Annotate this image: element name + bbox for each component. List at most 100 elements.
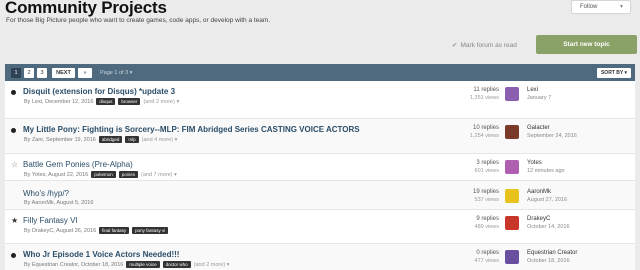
reply-count: 11 replies [473,87,499,93]
sort-by-button[interactable]: SORT BY ▾ [597,68,631,78]
start-new-topic-button[interactable]: Start new topic [536,35,637,54]
last-poster-name[interactable]: Lexi [527,87,551,93]
topic-meta: By Yotes, August 22, 2016 pokemon ponies (a… [24,171,177,178]
follow-label: Follow [580,4,598,10]
more-tags-link[interactable]: (and 2 more) ▾ [143,99,179,105]
star-icon: ★ [11,216,19,225]
topic-meta: By Equestrian Creator, October 18, 2016 m… [24,261,229,268]
page-2-button[interactable]: 2 [24,68,34,78]
last-poster: DrakeyC October 14, 2016 [527,216,570,230]
last-post-date[interactable]: September 24, 2016 [527,133,577,139]
topic-meta: By Zanr, September 19, 2016 abridged mlp (a… [24,136,177,143]
last-poster: AaronMk August 27, 2016 [527,189,567,203]
unread-dot-icon [11,128,16,133]
topic-title-link[interactable]: Disquit (extension for Disqus) *update 3 [23,87,175,96]
last-poster-name[interactable]: AaronMk [527,189,567,195]
topic-row[interactable]: Who's /hyp/? By AaronMk, August 5, 2016 … [5,181,635,210]
topic-author-date: By DrakeyC, August 26, 2016 [24,227,97,234]
topic-tag[interactable]: pokemon [91,171,116,178]
avatar[interactable] [505,125,519,139]
topic-tag[interactable]: final fantasy [99,227,130,234]
topic-tag[interactable]: abridged [98,136,123,143]
topic-author-date: By AaronMk, August 5, 2016 [24,200,94,206]
topic-tag[interactable]: disqus [96,98,116,105]
topic-tag[interactable]: mlp [125,136,139,143]
check-icon: ✔ [452,42,458,49]
page-header: Community Projects For those Big Picture… [0,0,640,58]
avatar[interactable] [505,87,519,101]
avatar[interactable] [505,250,519,264]
last-poster: Yotes 12 minutes ago [527,160,565,174]
topic-tag[interactable]: browser [118,98,141,105]
avatar[interactable] [505,160,519,174]
last-post-date[interactable]: October 14, 2016 [527,224,570,230]
page-jump-dropdown[interactable]: Page 1 of 3 ▾ [100,68,132,78]
reply-count: 10 replies [472,125,499,131]
last-poster: Galacter September 24, 2016 [527,125,577,139]
more-tags-link[interactable]: (and 7 more) ▾ [141,172,177,178]
topic-meta: By Lexi, December 12, 2016 disqus browser(… [24,98,179,105]
topic-meta: By AaronMk, August 5, 2016 [24,200,93,206]
reply-count: 19 replies [472,189,499,195]
topic-row[interactable]: Disquit (extension for Disqus) *update 3… [5,81,635,119]
topic-title-link[interactable]: Who Jr Episode 1 Voice Actors Needed!!! [23,250,179,259]
view-count: 1,254 views [469,133,499,139]
last-post-date[interactable]: 12 minutes ago [527,168,565,174]
topic-title-link[interactable]: My Little Pony: Fighting is Sorcery--MLP… [23,125,360,134]
avatar[interactable] [505,189,519,203]
follow-button[interactable]: Follow ▾ [571,0,631,14]
topic-tag[interactable]: pony fantasy vi [132,227,169,234]
page-1-button[interactable]: 1 [11,68,21,78]
page-3-button[interactable]: 3 [37,68,47,78]
topic-row[interactable]: Who Jr Episode 1 Voice Actors Needed!!! … [5,244,635,270]
reply-count: 9 replies [476,216,499,222]
view-count: 1,351 views [469,95,499,101]
next-page-button[interactable]: NEXT [52,68,75,78]
topic-author-date: By Lexi, December 12, 2016 [24,98,94,105]
unread-dot-icon [11,253,16,258]
page-title: Community Projects [5,0,167,17]
topic-list: 1 2 3 NEXT » Page 1 of 3 ▾ SORT BY ▾ Dis… [5,64,635,270]
chevron-down-icon: ▾ [619,4,623,10]
avatar[interactable] [505,216,519,230]
last-post-date[interactable]: August 27, 2016 [527,197,567,203]
topic-stats: 19 replies 537 views [435,189,499,203]
topic-row[interactable]: ★ Filly Fantasy VI By DrakeyC, August 26… [5,210,635,244]
view-count: 601 views [474,168,499,174]
topic-author-date: By Zanr, September 19, 2016 [24,136,96,143]
last-post-date[interactable]: October 18, 2016 [527,258,577,264]
topic-tag[interactable]: doctor who [162,261,191,268]
topic-author-date: By Yotes, August 22, 2016 [24,171,89,178]
view-count: 537 views [474,197,499,203]
pagination-toolbar: 1 2 3 NEXT » Page 1 of 3 ▾ SORT BY ▾ [5,64,635,81]
view-count: 489 views [474,224,499,230]
topic-stats: 11 replies 1,351 views [435,87,499,101]
last-poster-name[interactable]: Galacter [527,125,577,131]
reply-count: 3 replies [476,160,499,166]
last-poster-name[interactable]: Equestrian Creator [527,250,577,256]
mark-forum-read-link[interactable]: ✔ Mark forum as read [452,41,517,49]
star-outline-icon: ☆ [11,160,19,169]
topic-stats: 10 replies 1,254 views [435,125,499,139]
view-count: 477 views [474,258,499,264]
topic-stats: 0 replies 477 views [435,250,499,264]
topic-meta: By DrakeyC, August 26, 2016 final fantasy… [24,227,169,234]
last-poster-name[interactable]: Yotes [527,160,565,166]
topic-title-link[interactable]: Who's /hyp/? [23,189,69,198]
last-poster: Equestrian Creator October 18, 2016 [527,250,577,264]
page-description: For those Big Picture people who want to… [6,17,271,24]
unread-dot-icon [11,90,16,95]
topic-tag[interactable]: multiple voice [126,261,160,268]
last-page-button[interactable]: » [78,68,92,78]
more-tags-link[interactable]: (and 2 more) ▾ [194,262,230,268]
last-poster-name[interactable]: DrakeyC [527,216,570,222]
topic-title-link[interactable]: Battle Gem Ponies (Pre-Alpha) [23,160,133,169]
last-poster: Lexi January 7 [527,87,551,101]
topic-row[interactable]: My Little Pony: Fighting is Sorcery--MLP… [5,119,635,154]
topic-title-link[interactable]: Filly Fantasy VI [23,216,78,225]
last-post-date[interactable]: January 7 [527,95,551,101]
topic-stats: 9 replies 489 views [435,216,499,230]
topic-tag[interactable]: ponies [118,171,139,178]
more-tags-link[interactable]: (and 4 more) ▾ [142,137,178,143]
topic-row[interactable]: ☆ Battle Gem Ponies (Pre-Alpha) By Yotes… [5,154,635,181]
